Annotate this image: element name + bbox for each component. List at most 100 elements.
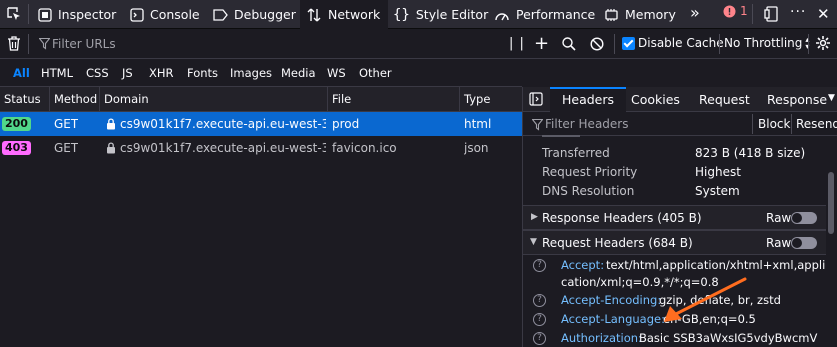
gear-icon[interactable] [815,35,831,51]
raw-toggle[interactable] [791,212,817,224]
error-count-badge[interactable]: 1 [723,4,748,18]
chevron-right-icon: ▶ [531,212,538,222]
headers-filter-bar: Filter Headers Block Resend [522,112,837,136]
close-icon[interactable]: ✕ [817,5,830,23]
tab-response[interactable]: Response [767,87,827,112]
disable-cache-label: Disable Cache [638,36,724,50]
sidebar-toggle-icon[interactable] [529,92,543,106]
clipped-info-row [542,134,802,138]
tab-inspector[interactable]: Inspector [38,0,116,29]
info-value: Highest [695,165,741,179]
network-filter-bar: | | + Disable Cache No Throttling ▴▾ [0,29,837,59]
column-header-type[interactable]: Type [460,87,522,112]
type-filter-xhr[interactable]: XHR [146,64,177,82]
debugger-icon [213,8,228,21]
tab-label: Performance [516,7,596,22]
type-filter-ws[interactable]: WS [324,64,349,82]
type-filter-images[interactable]: Images [227,64,275,82]
raw-label: Raw [766,236,792,250]
help-icon[interactable]: ? [533,313,546,326]
column-header-status[interactable]: Status [0,87,50,112]
file-cell: prod [332,117,360,131]
console-icon [130,7,144,22]
type-cell: json [464,141,489,155]
request-table: Status Method Domain File Type 200 GET c… [0,87,522,347]
add-icon[interactable]: + [534,33,549,54]
filter-divider [614,34,615,54]
filter-divider [28,34,29,54]
type-filter-js[interactable]: JS [119,64,136,82]
tab-debugger[interactable]: Debugger [213,0,296,29]
tab-label: Debugger [234,7,296,22]
block-icon[interactable] [590,37,604,51]
help-icon[interactable]: ? [533,259,546,272]
filter-headers-input[interactable]: Filter Headers [545,117,628,131]
filter-urls-input[interactable] [30,33,490,55]
domain-cell: cs9w01k1f7.execute-api.eu-west-3.a... [120,117,326,131]
type-filter-html[interactable]: HTML [38,64,76,82]
type-filter-other[interactable]: Other [356,64,395,82]
pause-icon[interactable]: | | [509,36,525,51]
tab-memory[interactable]: Memory [604,0,676,29]
error-count: 1 [740,4,748,18]
table-header: Status Method Domain File Type [0,87,522,112]
column-header-method[interactable]: Method [50,87,100,112]
type-filter-fonts[interactable]: Fonts [184,64,221,82]
toolbar-divider [28,4,29,24]
type-filter-media[interactable]: Media [278,64,319,82]
annotation-arrow-icon [664,277,747,322]
header-value: Basic SSB3aWxsIG5vdyBwcmV [639,331,818,345]
info-value: 823 B (418 B size) [695,146,806,160]
help-icon[interactable]: ? [533,294,546,307]
type-filter-css[interactable]: CSS [83,64,112,82]
performance-icon [495,12,509,20]
tab-request[interactable]: Request [699,87,750,112]
help-icon[interactable]: ? [533,332,546,345]
table-row[interactable]: 200 GET cs9w01k1f7.execute-api.eu-west-3… [0,112,522,136]
more-options-icon[interactable]: ··· [790,4,806,20]
raw-toggle[interactable] [791,237,817,249]
filter-divider [808,34,809,54]
lock-icon [107,142,115,154]
request-headers-section[interactable]: ▼ Request Headers (684 B) Raw [523,230,826,255]
tab-label: Style Editor [415,7,489,22]
tabs-overflow-icon[interactable]: ▼ [828,93,835,103]
response-headers-section[interactable]: ▶ Response Headers (405 B) Raw [523,205,826,230]
resend-button[interactable]: Resend [796,117,837,131]
tab-console[interactable]: Console [130,0,200,29]
trash-icon[interactable] [7,36,21,51]
devtools-toolbar: Inspector Console Debugger Network {} St… [0,0,837,30]
details-scrollbar[interactable] [828,172,834,234]
tab-headers[interactable]: Headers [550,87,627,112]
memory-icon [605,8,618,21]
info-label: DNS Resolution [542,184,635,198]
header-name: Accept-Encoding: [561,293,662,307]
dock-icon[interactable] [764,6,778,22]
column-header-domain[interactable]: Domain [100,87,328,112]
toolbar-divider [752,4,753,24]
lock-icon [107,118,115,130]
style-editor-icon: {} [393,6,410,23]
info-label: Transferred [542,146,610,160]
disable-cache-checkbox[interactable] [622,37,635,50]
tab-cookies[interactable]: Cookies [631,87,680,112]
method-cell: GET [54,117,79,131]
block-button[interactable]: Block [758,117,790,131]
tab-label: Network [328,7,381,22]
tab-performance[interactable]: Performance [494,0,595,29]
header-name: Accept: [561,258,605,272]
error-icon [723,5,736,17]
filter-divider [791,114,792,134]
section-title: Response Headers (405 B) [542,211,702,225]
element-picker-icon[interactable] [6,6,22,22]
info-label: Request Priority [542,165,638,179]
tab-network[interactable]: Network [300,0,389,30]
more-tabs-chevron-icon[interactable]: » [690,3,700,22]
search-icon[interactable] [562,37,576,51]
table-row[interactable]: 403 GET cs9w01k1f7.execute-api.eu-west-3… [0,136,522,160]
raw-label: Raw [766,211,792,225]
tab-style-editor[interactable]: {} Style Editor [393,0,488,29]
type-filter-all[interactable]: All [10,64,33,82]
column-header-file[interactable]: File [328,87,460,112]
throttling-select[interactable]: No Throttling ▴▾ [724,36,809,51]
